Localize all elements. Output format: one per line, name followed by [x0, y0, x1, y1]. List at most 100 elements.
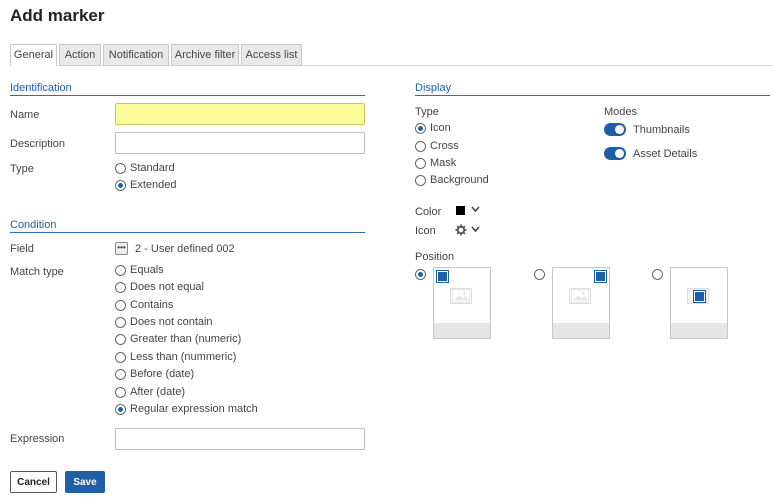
- asset-details-toggle[interactable]: [604, 147, 626, 160]
- marker-preview-icon: [693, 290, 706, 303]
- match-regex-radio[interactable]: Regular expression match: [115, 402, 258, 416]
- display-type-cross-radio[interactable]: Cross: [415, 139, 459, 153]
- gear-icon[interactable]: [455, 224, 467, 236]
- radio-label: Standard: [130, 162, 175, 174]
- match-less-than-radio[interactable]: Less than (nummeric): [115, 350, 236, 364]
- type-standard-radio[interactable]: Standard: [115, 161, 175, 175]
- match-equals-radio[interactable]: Equals: [115, 263, 164, 277]
- name-input[interactable]: [115, 103, 365, 125]
- display-type-icon-radio[interactable]: Icon: [415, 121, 451, 135]
- match-type-label: Match type: [10, 266, 64, 278]
- radio-button[interactable]: [115, 299, 126, 311]
- field-picker-button[interactable]: •••: [115, 242, 128, 255]
- field-label: Field: [10, 243, 34, 255]
- page-title: Add marker: [10, 6, 105, 25]
- position-center-preview[interactable]: [670, 267, 728, 339]
- display-heading: Display: [415, 82, 452, 94]
- radio-button[interactable]: [115, 368, 126, 380]
- radio-label: Regular expression match: [130, 403, 258, 415]
- match-greater-than-radio[interactable]: Greater than (numeric): [115, 332, 241, 346]
- description-label: Description: [10, 138, 66, 150]
- tab-action[interactable]: Action: [59, 44, 101, 66]
- radio-button[interactable]: [115, 316, 126, 328]
- type-extended-radio[interactable]: Extended: [115, 178, 176, 192]
- preview-footer: [434, 323, 490, 338]
- radio-label: Less than (nummeric): [130, 351, 237, 363]
- radio-label: Extended: [130, 179, 177, 191]
- modes-label: Modes: [604, 106, 638, 118]
- radio-label: Before (date): [130, 368, 195, 380]
- preview-footer: [553, 323, 609, 338]
- radio-button[interactable]: [534, 268, 545, 280]
- radio-button[interactable]: [415, 174, 426, 186]
- image-placeholder-icon: [450, 288, 472, 304]
- description-input[interactable]: [115, 132, 365, 154]
- radio-label: Background: [430, 174, 489, 186]
- radio-label: Greater than (numeric): [130, 333, 242, 345]
- radio-button[interactable]: [115, 403, 126, 415]
- radio-label: After (date): [130, 386, 186, 398]
- radio-button[interactable]: [115, 264, 126, 276]
- identification-heading: Identification: [10, 82, 72, 94]
- position-top-left-preview[interactable]: [433, 267, 491, 339]
- thumbnails-toggle-label: Thumbnails: [633, 124, 690, 136]
- expression-label: Expression: [10, 433, 65, 445]
- match-contains-radio[interactable]: Contains: [115, 298, 173, 312]
- thumbnails-toggle[interactable]: [604, 123, 626, 136]
- position-top-right-preview[interactable]: [552, 267, 610, 339]
- radio-button[interactable]: [415, 122, 426, 134]
- marker-preview-icon: [436, 270, 449, 283]
- radio-button[interactable]: [415, 140, 426, 152]
- radio-button[interactable]: [115, 351, 126, 363]
- type-label: Type: [10, 163, 34, 175]
- position-center-radio[interactable]: [652, 267, 663, 281]
- display-divider: [415, 95, 770, 96]
- save-button[interactable]: Save: [65, 471, 105, 493]
- asset-details-toggle-label: Asset Details: [633, 148, 698, 160]
- cancel-button[interactable]: Cancel: [10, 471, 57, 493]
- preview-footer: [671, 323, 727, 338]
- condition-heading: Condition: [10, 219, 57, 231]
- display-type-label: Type: [415, 106, 439, 118]
- radio-label: Contains: [130, 299, 174, 311]
- icon-label: Icon: [415, 225, 436, 237]
- radio-button[interactable]: [115, 386, 126, 398]
- tab-notification[interactable]: Notification: [103, 44, 169, 66]
- icon-chevron-down-icon[interactable]: [471, 226, 480, 233]
- radio-label: Equals: [130, 264, 164, 276]
- tab-access-list[interactable]: Access list: [241, 44, 302, 66]
- radio-button[interactable]: [115, 333, 126, 345]
- tab-general[interactable]: General: [10, 44, 57, 66]
- position-label: Position: [415, 251, 455, 263]
- marker-preview-icon: [594, 270, 607, 283]
- radio-label: Mask: [430, 157, 457, 169]
- match-after-date-radio[interactable]: After (date): [115, 385, 185, 399]
- match-does-not-equal-radio[interactable]: Does not equal: [115, 280, 204, 294]
- radio-button[interactable]: [652, 268, 663, 280]
- radio-button[interactable]: [415, 157, 426, 169]
- expression-input[interactable]: [115, 428, 365, 450]
- radio-button[interactable]: [115, 179, 126, 191]
- radio-button[interactable]: [415, 268, 426, 280]
- name-label: Name: [10, 109, 40, 121]
- radio-label: Icon: [430, 122, 451, 134]
- display-type-mask-radio[interactable]: Mask: [415, 156, 456, 170]
- condition-divider: [10, 232, 365, 233]
- image-placeholder-icon: [569, 288, 591, 304]
- radio-button[interactable]: [115, 162, 126, 174]
- match-does-not-contain-radio[interactable]: Does not contain: [115, 315, 213, 329]
- position-top-right-radio[interactable]: [534, 267, 545, 281]
- color-label: Color: [415, 206, 442, 218]
- radio-button[interactable]: [115, 281, 126, 293]
- radio-label: Does not contain: [130, 316, 213, 328]
- tab-archive-filter[interactable]: Archive filter: [171, 44, 239, 66]
- color-chevron-down-icon[interactable]: [471, 206, 480, 213]
- color-swatch[interactable]: [456, 206, 465, 215]
- radio-label: Does not equal: [130, 281, 204, 293]
- match-before-date-radio[interactable]: Before (date): [115, 367, 194, 381]
- position-top-left-radio[interactable]: [415, 267, 426, 281]
- display-type-background-radio[interactable]: Background: [415, 173, 489, 187]
- radio-label: Cross: [430, 140, 459, 152]
- identification-divider: [10, 95, 365, 96]
- field-value: 2 - User defined 002: [135, 243, 235, 255]
